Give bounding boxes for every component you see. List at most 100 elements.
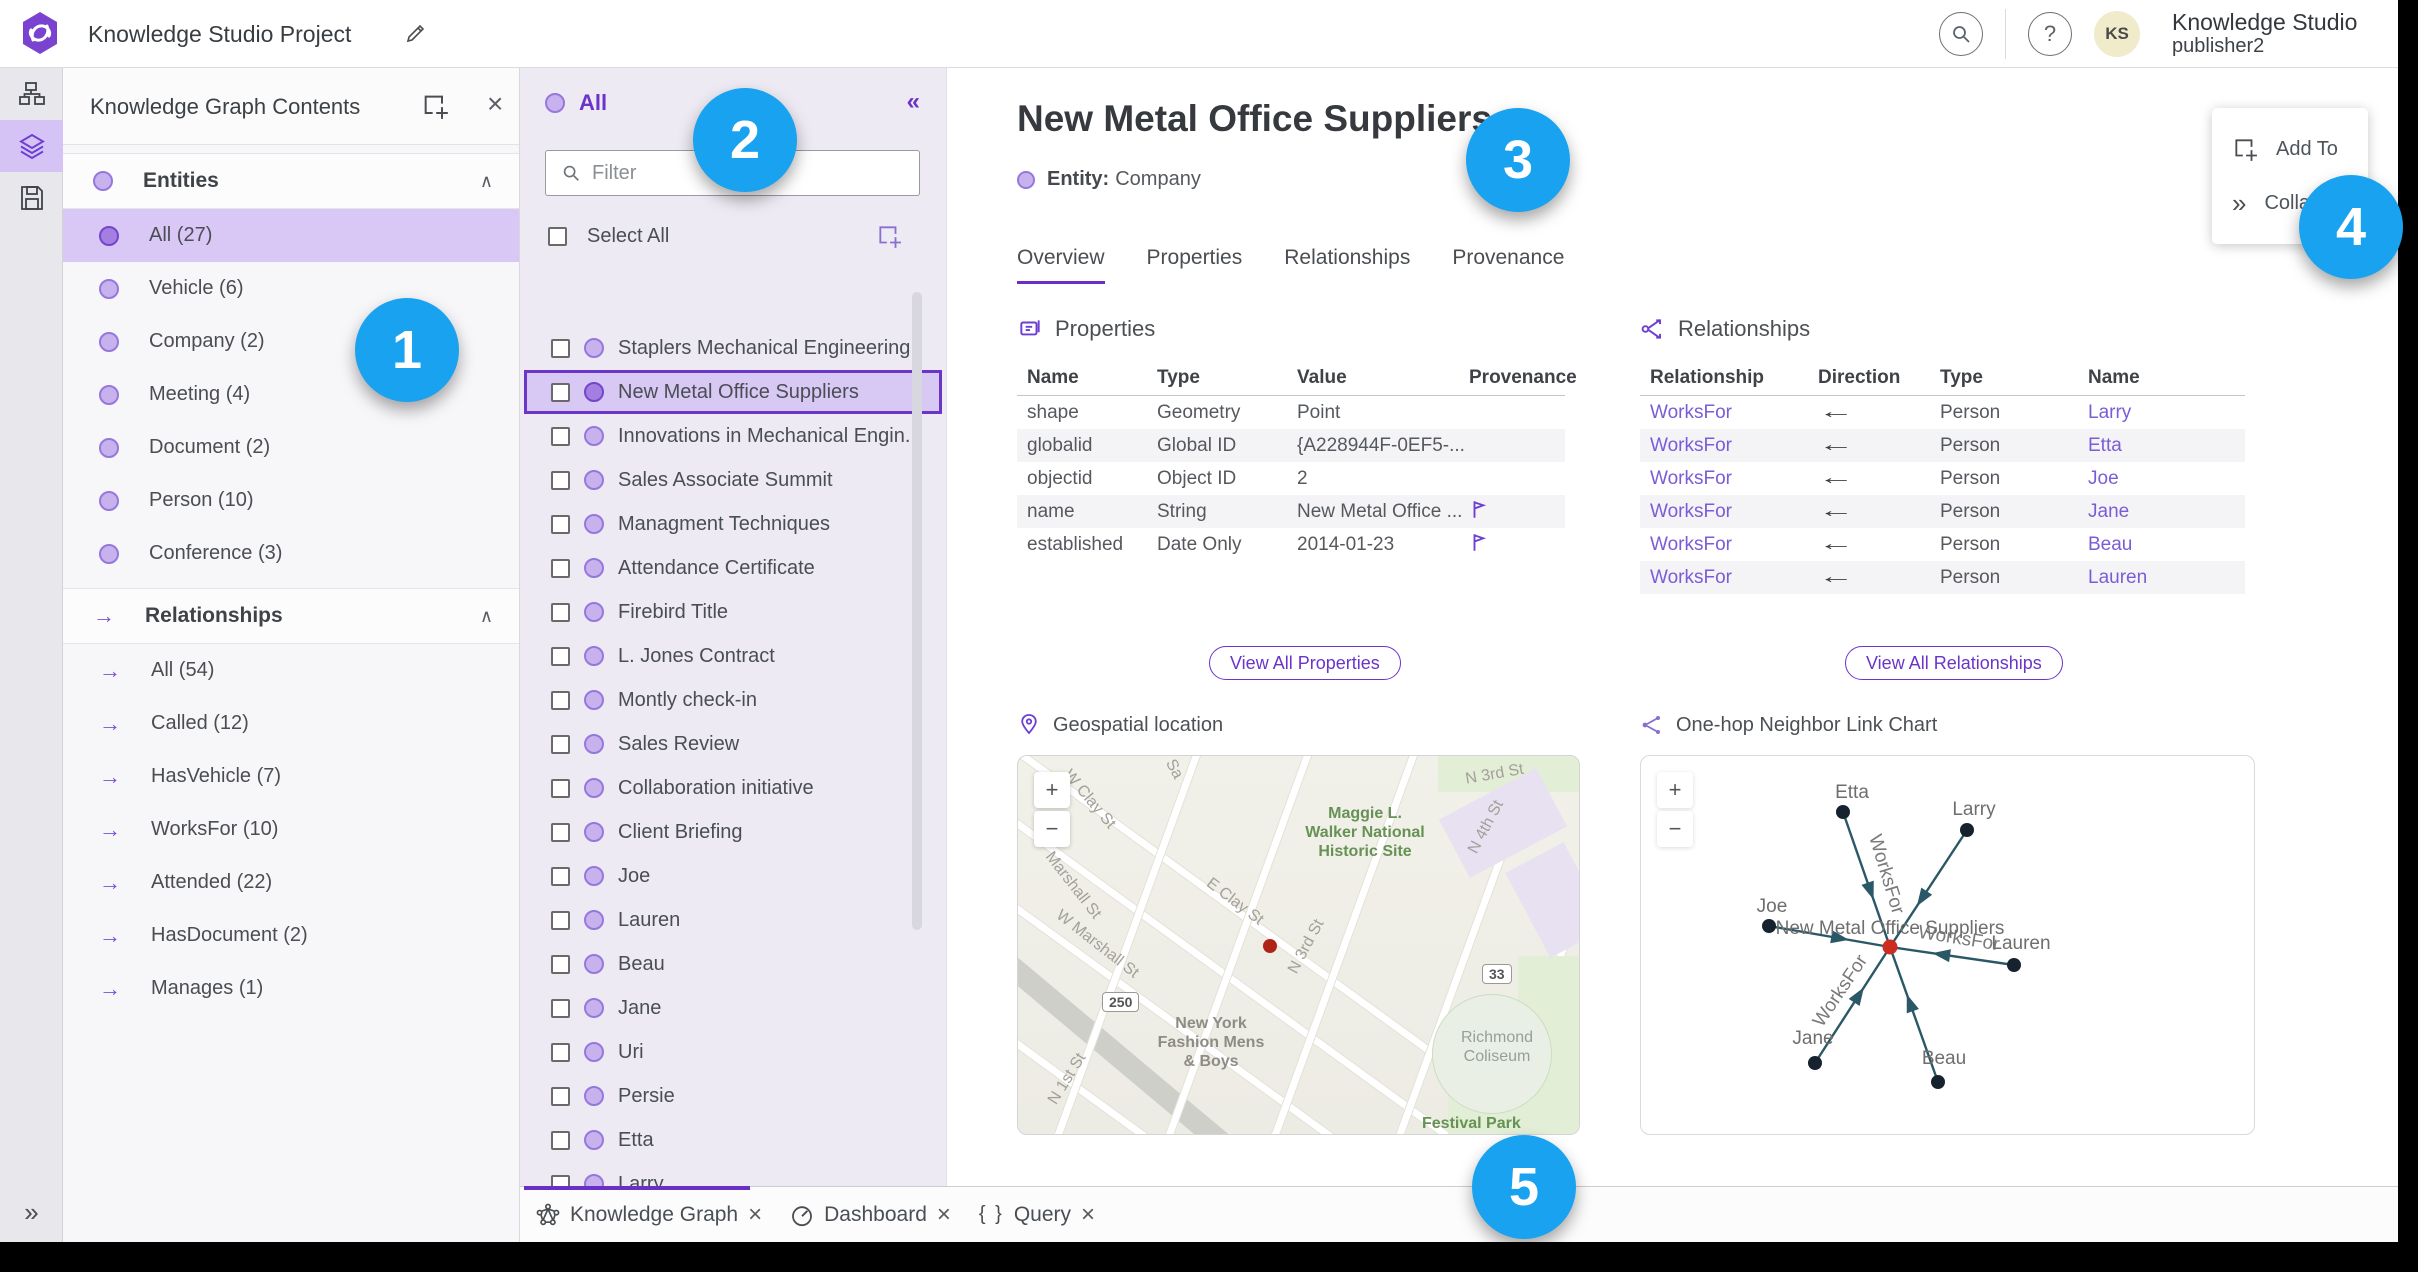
list-item[interactable]: Beau	[524, 942, 942, 986]
save-rail-button[interactable]	[0, 172, 63, 224]
add-selection-button[interactable]	[876, 223, 902, 254]
sidebar-item[interactable]: Document (2)	[63, 421, 519, 474]
data-model-rail-button[interactable]	[0, 68, 63, 120]
table-link[interactable]: WorksFor	[1650, 435, 1818, 457]
sidebar-item[interactable]: Conference (3)	[63, 527, 519, 580]
zoom-in-button[interactable]: +	[1657, 772, 1693, 808]
link-chart-canvas[interactable]: WorksForWorksForWorksForNew Metal Office…	[1641, 756, 2255, 1135]
list-item[interactable]: Lauren	[524, 898, 942, 942]
close-tab-icon[interactable]: ×	[937, 1201, 951, 1229]
item-checkbox[interactable]	[551, 602, 570, 622]
view-all-properties-button[interactable]: View All Properties	[1209, 646, 1401, 680]
sidebar-item[interactable]: → Called (12)	[63, 697, 519, 750]
select-all-checkbox[interactable]	[548, 226, 567, 246]
table-link[interactable]: WorksFor	[1650, 468, 1818, 490]
one-hop-link-chart[interactable]: WorksFor WorksFor WorksFor New Metal Office…	[1640, 755, 2255, 1135]
search-button[interactable]	[1939, 12, 1983, 56]
item-checkbox[interactable]	[551, 1130, 570, 1150]
list-item[interactable]: Persie	[524, 1074, 942, 1118]
item-checkbox[interactable]	[551, 690, 570, 710]
table-link[interactable]: WorksFor	[1650, 567, 1818, 589]
section-header-relationships[interactable]: → Relationships ∧	[63, 588, 519, 644]
list-item[interactable]: Joe	[524, 854, 942, 898]
list-item[interactable]: Managment Techniques	[524, 502, 942, 546]
tab-provenance[interactable]: Provenance	[1452, 246, 1564, 284]
list-item[interactable]: Sales Review	[524, 722, 942, 766]
list-item[interactable]: New Metal Office Suppliers	[524, 370, 942, 414]
sidebar-item[interactable]: → Attended (22)	[63, 856, 519, 909]
add-to-panel-button[interactable]	[421, 92, 449, 125]
item-checkbox[interactable]	[551, 866, 570, 886]
geospatial-map[interactable]: Sa W Clay St Marshall St W Marshall St E Cla…	[1017, 755, 1580, 1135]
list-item[interactable]: Uri	[524, 1030, 942, 1074]
item-checkbox[interactable]	[551, 646, 570, 666]
tab-overview[interactable]: Overview	[1017, 246, 1105, 284]
item-checkbox[interactable]	[551, 998, 570, 1018]
table-link[interactable]: WorksFor	[1650, 534, 1818, 556]
user-avatar[interactable]: KS	[2094, 11, 2140, 57]
sidebar-item[interactable]: → Manages (1)	[63, 962, 519, 1015]
expand-rail-button[interactable]: »	[0, 1197, 63, 1228]
list-item[interactable]: Etta	[524, 1118, 942, 1162]
table-link[interactable]: WorksFor	[1650, 501, 1818, 523]
item-checkbox[interactable]	[551, 470, 570, 490]
item-checkbox[interactable]	[551, 1042, 570, 1062]
item-checkbox[interactable]	[551, 910, 570, 930]
list-item[interactable]: Client Briefing	[524, 810, 942, 854]
list-item[interactable]: Attendance Certificate	[524, 546, 942, 590]
sidebar-item[interactable]: → WorksFor (10)	[63, 803, 519, 856]
item-checkbox[interactable]	[551, 822, 570, 842]
list-item[interactable]: Montly check-in	[524, 678, 942, 722]
bottom-tab-dashboard[interactable]: Dashboard ×	[790, 1201, 951, 1229]
provenance-flag-icon[interactable]	[1469, 498, 1565, 526]
item-checkbox[interactable]	[551, 338, 570, 358]
zoom-out-button[interactable]: −	[1034, 811, 1070, 847]
list-item[interactable]: Jane	[524, 986, 942, 1030]
layers-rail-button-selected[interactable]	[0, 120, 63, 172]
table-link[interactable]: Jane	[2088, 501, 2245, 523]
item-checkbox[interactable]	[551, 778, 570, 798]
section-header-entities[interactable]: Entities ∧	[63, 153, 519, 209]
edit-title-pencil-icon[interactable]	[404, 21, 428, 50]
table-link[interactable]: Joe	[2088, 468, 2245, 490]
bottom-tab-braces[interactable]: { } Query ×	[979, 1201, 1095, 1229]
provenance-flag-icon[interactable]	[1469, 531, 1565, 559]
list-item[interactable]: Collaboration initiative	[524, 766, 942, 810]
sidebar-item[interactable]: → HasVehicle (7)	[63, 750, 519, 803]
collapse-chevron-icon[interactable]: ∧	[480, 171, 493, 192]
flyout-item-add-to[interactable]: Add To	[2212, 122, 2368, 176]
list-item[interactable]: Staplers Mechanical Engineering	[524, 326, 942, 370]
close-tab-icon[interactable]: ×	[748, 1201, 762, 1229]
table-link[interactable]: Larry	[2088, 402, 2245, 424]
sidebar-item[interactable]: Person (10)	[63, 474, 519, 527]
item-checkbox[interactable]	[551, 426, 570, 446]
collapse-chevron-icon[interactable]: ∧	[480, 606, 493, 627]
zoom-out-button[interactable]: −	[1657, 811, 1693, 847]
collapse-list-icon[interactable]: «	[907, 88, 920, 116]
help-button[interactable]: ?	[2028, 12, 2072, 56]
item-checkbox[interactable]	[551, 382, 570, 402]
item-checkbox[interactable]	[551, 514, 570, 534]
list-item[interactable]: L. Jones Contract	[524, 634, 942, 678]
list-item[interactable]: Firebird Title	[524, 590, 942, 634]
list-item[interactable]: Sales Associate Summit	[524, 458, 942, 502]
sidebar-item[interactable]: → All (54)	[63, 644, 519, 697]
close-tab-icon[interactable]: ×	[1081, 1201, 1095, 1229]
sidebar-item[interactable]: → HasDocument (2)	[63, 909, 519, 962]
item-checkbox[interactable]	[551, 954, 570, 974]
close-panel-icon[interactable]: ×	[487, 88, 503, 120]
view-all-relationships-button[interactable]: View All Relationships	[1845, 646, 2063, 680]
item-checkbox[interactable]	[551, 558, 570, 578]
sidebar-item[interactable]: All (27)	[63, 209, 519, 262]
table-link[interactable]: Etta	[2088, 435, 2245, 457]
tab-properties[interactable]: Properties	[1147, 246, 1243, 284]
list-item[interactable]: Innovations in Mechanical Engin...	[524, 414, 942, 458]
sidebar-item[interactable]: Vehicle (6)	[63, 262, 519, 315]
item-checkbox[interactable]	[551, 734, 570, 754]
table-link[interactable]: Lauren	[2088, 567, 2245, 589]
table-link[interactable]: Beau	[2088, 534, 2245, 556]
tab-relationships[interactable]: Relationships	[1284, 246, 1410, 284]
zoom-in-button[interactable]: +	[1034, 772, 1070, 808]
item-checkbox[interactable]	[551, 1086, 570, 1106]
bottom-tab-graph[interactable]: Knowledge Graph ×	[536, 1201, 762, 1229]
